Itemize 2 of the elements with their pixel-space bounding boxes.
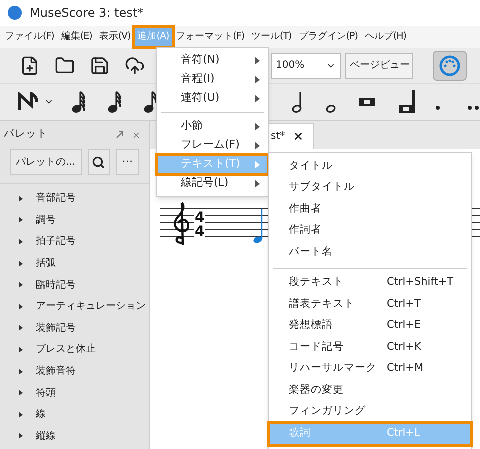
window-title: MuseScore 3: test* <box>30 5 144 22</box>
panel-title: パレット <box>4 127 49 142</box>
